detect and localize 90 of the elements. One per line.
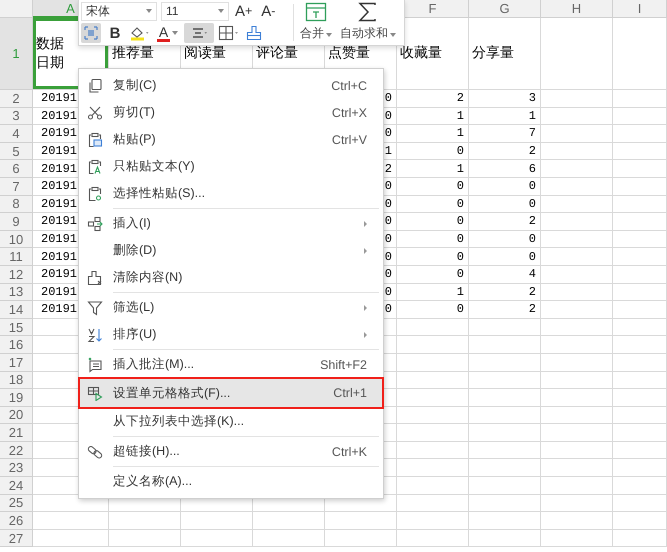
table-cell-text: 数据日期 [36,35,65,72]
table-cell: 1 [397,125,469,143]
row-header[interactable]: 17 [0,354,33,372]
table-cell: 0 [469,248,541,266]
table-cell: 4 [469,266,541,284]
table-cell: 0 [397,178,469,196]
table-cell: 0 [469,178,541,196]
row-header[interactable]: 8 [0,196,33,214]
merge-icon [305,2,327,22]
align-center-button[interactable] [184,23,214,43]
table-cell: 6 [469,160,541,178]
table-cell: 分享量 [469,18,541,90]
row-header[interactable]: 26 [0,512,33,530]
table-cell: 0 [397,196,469,214]
menu-item[interactable]: 从下拉列表中选择(K)... [79,408,383,438]
table-cell: 2 [397,90,469,108]
table-cell: 0 [397,230,469,248]
table-cell: 1 [397,108,469,126]
table-cell: 1 [469,108,541,126]
submenu-arrow-icon [364,248,367,254]
row-header[interactable]: 5 [0,142,33,160]
table-cell: 1 [397,160,469,178]
submenu-arrow-icon [364,304,367,310]
row-header[interactable]: 27 [0,530,33,548]
format-painter-button[interactable] [81,23,101,43]
row-header[interactable]: 20 [0,406,33,424]
eraser-icon[interactable] [246,25,262,41]
table-cell: 0 [469,230,541,248]
table-cell: 0 [469,196,541,214]
row-header[interactable]: 19 [0,389,33,407]
table-cell: 2 [469,213,541,231]
menu-item[interactable]: 定义名称(A)... [79,468,383,495]
row-header[interactable]: 22 [0,442,33,460]
table-cell: 0 [397,213,469,231]
font-size-select[interactable]: 11 [161,2,229,20]
menu-item[interactable]: 排序(U) [79,321,383,351]
sort-icon [87,326,103,342]
submenu-arrow-icon [364,220,367,226]
row-header[interactable]: 14 [0,301,33,319]
row-header[interactable]: 12 [0,266,33,284]
font-color-button[interactable]: A [155,23,180,43]
row-header[interactable]: 10 [0,230,33,248]
filter-icon [87,300,103,316]
clipboard-icon [87,186,103,202]
fill-color-icon[interactable] [129,25,151,41]
column-header[interactable]: I [613,0,667,18]
row-header[interactable]: 23 [0,459,33,478]
table-cell: 0 [397,266,469,284]
font-name-select[interactable]: 宋体 [81,2,157,20]
row-header[interactable]: 18 [0,372,33,390]
row-header[interactable]: 21 [0,424,33,442]
eraser-icon [87,270,103,286]
table-cell: 2 [469,301,541,319]
row-header[interactable]: 13 [0,284,33,302]
row-header[interactable]: 16 [0,336,33,354]
column-header[interactable]: G [469,0,541,18]
cell-format-icon [87,385,103,401]
submenu-arrow-icon [364,332,367,338]
table-cell: 0 [397,248,469,266]
scissors-icon [87,104,103,120]
table-cell: 0 [397,301,469,319]
row-header[interactable]: 4 [0,125,33,143]
table-cell: 7 [469,125,541,143]
sum-icon [357,2,379,22]
table-cell: 2 [469,284,541,302]
comment-icon [87,356,103,372]
row-header[interactable]: 1 [0,18,33,90]
menu-item[interactable]: 设置单元格格式(F)... Ctrl+1 [79,378,383,408]
row-header[interactable]: 25 [0,494,33,512]
clipboard-icon [87,158,103,174]
table-cell: 3 [469,90,541,108]
row-header[interactable]: 11 [0,248,33,266]
table-cell: 2 [469,142,541,160]
row-header[interactable]: 7 [0,178,33,196]
row-header[interactable]: 2 [0,90,33,108]
row-header[interactable]: 15 [0,318,33,336]
copy-icon [87,78,103,94]
row-header[interactable]: 9 [0,213,33,231]
menu-item[interactable]: 超链接(H)... Ctrl+K [79,438,383,468]
paste-icon [87,132,103,148]
menu-item[interactable]: 插入批注(M)... Shift+F2 [79,351,383,378]
row-header[interactable]: 24 [0,477,33,495]
table-cell: 0 [397,142,469,160]
row-header[interactable]: 6 [0,160,33,178]
link-icon [87,444,103,460]
insert-icon [87,216,103,232]
format-painter-icon [83,25,99,41]
column-header[interactable]: H [541,0,613,18]
table-cell: 1 [397,284,469,302]
row-header[interactable]: 3 [0,108,33,126]
